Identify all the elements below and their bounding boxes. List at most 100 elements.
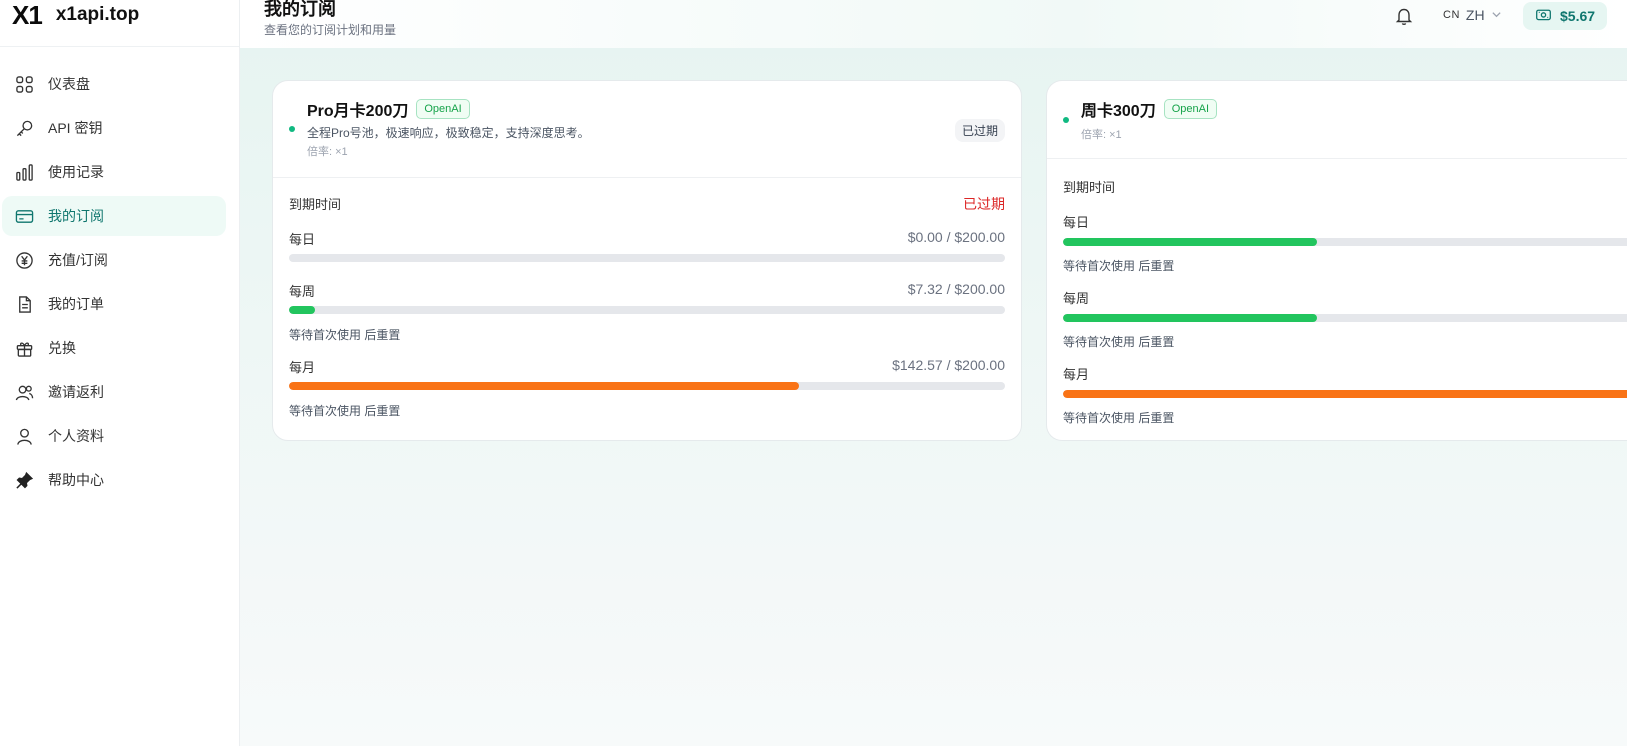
sidebar-item-label: 使用记录 <box>48 164 104 180</box>
plan-rate: 倍率: ×1 <box>307 146 348 158</box>
daily-progress-bar <box>1063 238 1627 246</box>
sidebar-item-orders[interactable]: 我的订单 <box>2 284 226 324</box>
weekly-row: 每周 $7.32 / $200.00 <box>289 281 1005 301</box>
key-icon <box>14 118 34 138</box>
balance-badge[interactable]: $5.67 <box>1523 2 1608 30</box>
daily-value: $0.00 / $200.00 <box>907 229 1005 245</box>
page-title: 我的订阅 <box>264 0 336 19</box>
credit-card-icon <box>14 206 34 226</box>
monthly-label: 每月 <box>1063 367 1090 382</box>
monthly-row: 每月 $142.57 / $200.00 <box>289 357 1005 377</box>
expire-value: 已过期 <box>963 196 1005 212</box>
monthly-label: 每月 <box>289 360 316 375</box>
sidebar-item-label: 帮助中心 <box>48 472 104 488</box>
expire-label: 到期时间 <box>289 197 342 212</box>
sidebar-item-usage[interactable]: 使用记录 <box>2 152 226 192</box>
bell-icon[interactable] <box>1394 6 1414 26</box>
dashboard-icon <box>14 74 34 94</box>
progress-fill <box>1063 238 1317 246</box>
user-icon <box>14 426 34 446</box>
card-title: Pro月卡200刀 OpenAI <box>307 97 470 121</box>
status-dot <box>1063 117 1069 123</box>
progress-fill <box>1063 314 1317 322</box>
sidebar-item-redeem[interactable]: 兑换 <box>2 328 226 368</box>
provider-tag: OpenAI <box>416 99 470 119</box>
monthly-row: 每月 <box>1063 364 1627 384</box>
monthly-progress-bar <box>1063 390 1627 398</box>
sidebar-item-profile[interactable]: 个人资料 <box>2 416 226 456</box>
card-header: Pro月卡200刀 OpenAI 全程Pro号池，极速响应，极致稳定，支持深度思… <box>273 81 1021 178</box>
weekly-reset-note: 等待首次使用 后重置 <box>289 328 401 342</box>
sidebar-item-label: API 密钥 <box>48 120 103 136</box>
gift-icon <box>14 338 34 358</box>
sidebar-item-api-keys[interactable]: API 密钥 <box>2 108 226 148</box>
language-selector[interactable]: CN ZH <box>1443 7 1502 23</box>
sidebar-item-label: 充值/订阅 <box>48 252 108 268</box>
sidebar-item-label: 我的订阅 <box>48 208 104 224</box>
sidebar-item-label: 兑换 <box>48 340 76 356</box>
weekly-label: 每周 <box>1063 291 1090 306</box>
sidebar-item-label: 邀请返利 <box>48 384 104 400</box>
sidebar-item-subscriptions[interactable]: 我的订阅 <box>2 196 226 236</box>
weekly-value: $7.32 / $200.00 <box>907 281 1005 297</box>
expire-row: 到期时间 <box>1063 177 1627 197</box>
page-subtitle: 查看您的订阅计划和用量 <box>264 23 397 37</box>
monthly-progress-bar <box>289 382 1005 390</box>
weekly-row: 每周 <box>1063 288 1627 308</box>
subscription-card: Pro月卡200刀 OpenAI 全程Pro号池，极速响应，极致稳定，支持深度思… <box>272 80 1022 441</box>
weekly-label: 每周 <box>289 284 316 299</box>
sidebar-item-help[interactable]: 帮助中心 <box>2 460 226 500</box>
bar-chart-icon <box>14 162 34 182</box>
sidebar: X1 x1api.top 仪表盘 API 密钥 使用记录 我的订阅 充值/订阅 … <box>0 0 240 746</box>
brand-name: x1api.top <box>55 4 140 25</box>
language-prefix: CN <box>1443 9 1460 21</box>
top-bar: 我的订阅 查看您的订阅计划和用量 CN ZH $5.67 <box>240 0 1627 48</box>
status-badge: 已过期 <box>954 119 1005 142</box>
language-code: ZH <box>1465 7 1485 23</box>
sidebar-item-label: 仪表盘 <box>48 76 90 92</box>
document-icon <box>14 294 34 314</box>
card-header: 周卡300刀 OpenAI 倍率: ×1 <box>1047 81 1627 159</box>
progress-fill <box>289 382 800 390</box>
sidebar-nav: 仪表盘 API 密钥 使用记录 我的订阅 充值/订阅 我的订单 兑换 邀请返利 … <box>0 64 239 504</box>
chevron-down-icon <box>1491 8 1502 23</box>
brand-logo: X1 <box>12 0 43 30</box>
daily-row: 每日 <box>1063 212 1627 232</box>
sidebar-item-dashboard[interactable]: 仪表盘 <box>2 64 226 104</box>
expire-row: 到期时间 已过期 <box>289 194 1005 214</box>
monthly-reset-note: 等待首次使用 后重置 <box>289 404 401 418</box>
subscription-card: 周卡300刀 OpenAI 倍率: ×1 到期时间 每日 等待首次使用 后重置 … <box>1046 80 1627 441</box>
daily-reset-note: 等待首次使用 后重置 <box>1063 259 1175 273</box>
progress-fill <box>1063 390 1627 398</box>
daily-label: 每日 <box>289 232 316 247</box>
daily-row: 每日 $0.00 / $200.00 <box>289 229 1005 249</box>
progress-fill <box>289 306 316 314</box>
users-icon <box>14 382 34 402</box>
weekly-progress-bar <box>289 306 1005 314</box>
daily-progress-bar <box>289 254 1005 262</box>
wallet-icon <box>1535 6 1552 26</box>
weekly-progress-bar <box>1063 314 1627 322</box>
plan-rate: 倍率: ×1 <box>1081 129 1122 141</box>
provider-tag: OpenAI <box>1163 99 1218 119</box>
sidebar-item-referral[interactable]: 邀请返利 <box>2 372 226 412</box>
main-content: 我的订阅 查看您的订阅计划和用量 CN ZH $5.67 Pro月卡200刀 O… <box>240 0 1627 746</box>
sidebar-item-label: 个人资料 <box>48 428 104 444</box>
plan-name: Pro月卡200刀 <box>307 103 409 120</box>
status-dot <box>289 126 295 132</box>
plan-description: 全程Pro号池，极速响应，极致稳定，支持深度思考。 <box>307 126 590 140</box>
divider <box>0 46 239 47</box>
sidebar-item-label: 我的订单 <box>48 296 104 312</box>
sidebar-item-recharge[interactable]: 充值/订阅 <box>2 240 226 280</box>
monthly-reset-note: 等待首次使用 后重置 <box>1063 411 1175 425</box>
brand[interactable]: X1 x1api.top <box>12 0 139 46</box>
monthly-value: $142.57 / $200.00 <box>892 357 1005 373</box>
expire-label: 到期时间 <box>1063 180 1116 195</box>
balance-amount: $5.67 <box>1560 8 1596 24</box>
weekly-reset-note: 等待首次使用 后重置 <box>1063 335 1175 349</box>
yen-circle-icon <box>14 250 34 270</box>
pin-icon <box>14 470 34 490</box>
daily-label: 每日 <box>1063 215 1090 230</box>
card-title: 周卡300刀 OpenAI <box>1081 97 1218 121</box>
plan-name: 周卡300刀 <box>1081 103 1156 120</box>
